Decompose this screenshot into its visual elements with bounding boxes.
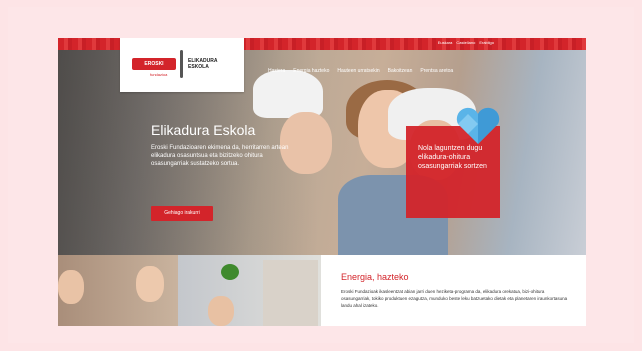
site-logo[interactable]: EROSKI fundazioa ELIKADURA ESKOLA [120,38,244,92]
website: Euskara Castellano Erabilgo EROSKI funda… [58,38,586,326]
language-links: Euskara Castellano Erabilgo [438,40,494,45]
lang-link[interactable]: Erabilgo [479,40,494,45]
child-image [58,270,84,304]
fork-icon [180,50,183,78]
section-text: Eroski Fundazioak ikasleentzat abian jar… [341,289,568,308]
heart-icon [456,107,500,144]
child-image [136,266,164,302]
pepper-image [221,264,239,280]
nav-item-energy[interactable]: Energia hazteko [293,68,329,74]
callout-text: Nola laguntzen dugu elikadura-ohitura os… [418,145,487,170]
nav-item-each[interactable]: Bakoitzean [388,68,413,74]
school-name: ELIKADURA ESKOLA [188,58,218,70]
read-more-button[interactable]: Gehiago irakurri [151,206,213,221]
hero-text: Eroski Fundazioaren ekimena da, herritar… [151,145,289,167]
eroski-sub-label: fundazioa [150,72,168,77]
hero-title: Elikadura Eskola [151,122,256,138]
chef-hat-image [253,70,323,118]
child-image [208,296,234,326]
door-image [263,260,318,326]
section-title: Energia, hazteko [341,272,409,282]
eroski-logo: EROSKI [132,58,176,70]
nav-item-press[interactable]: Prentsa aretoa [420,68,453,74]
nav-item-steps[interactable]: Hauteen urratsekin [337,68,379,74]
lang-link[interactable]: Euskara [438,40,453,45]
lang-link[interactable]: Castellano [456,40,475,45]
main-nav: Hasiera Energia hazteko Hauteen urratsek… [268,68,453,74]
nav-item-home[interactable]: Hasiera [268,68,285,74]
